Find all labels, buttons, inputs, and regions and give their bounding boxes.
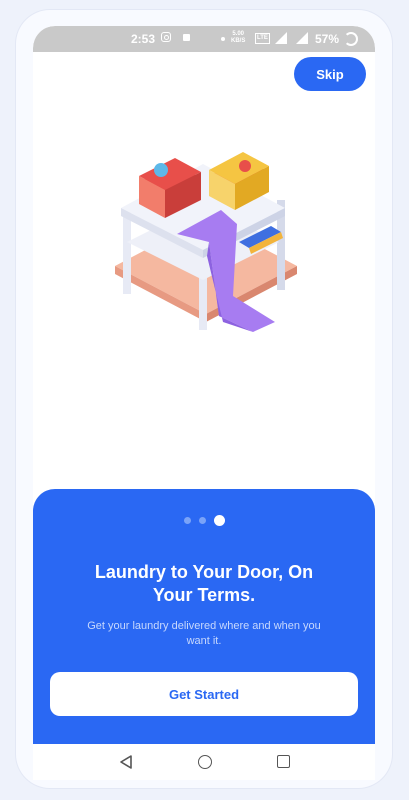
skip-button[interactable]: Skip xyxy=(294,57,366,91)
page-dot-active[interactable] xyxy=(213,515,225,526)
get-started-button[interactable]: Get Started xyxy=(50,672,358,716)
battery-percent: 57% xyxy=(315,32,340,46)
page-dot[interactable] xyxy=(198,517,206,524)
onboarding-subtitle: Get your laundry delivered where and whe… xyxy=(87,620,321,647)
page-indicator xyxy=(33,515,375,526)
network-speed: 5.00 KB/S xyxy=(231,31,246,44)
status-time: 2:53 xyxy=(131,32,156,46)
instagram-icon xyxy=(161,32,171,42)
laundry-illustration xyxy=(115,152,297,332)
signal-icon xyxy=(296,32,308,44)
onboarding-panel: Laundry to Your Door, On Your Terms. Get… xyxy=(33,489,375,744)
back-icon[interactable] xyxy=(119,755,133,769)
home-icon[interactable] xyxy=(198,755,212,769)
recents-icon[interactable] xyxy=(277,755,290,768)
page-dot[interactable] xyxy=(183,517,191,524)
lock-icon xyxy=(183,34,190,41)
onboarding-title: Laundry to Your Door, On Your Terms. xyxy=(94,562,314,605)
notification-dot-icon xyxy=(221,37,225,41)
signal-icon xyxy=(275,32,287,44)
status-bar: 2:53 5.00 KB/S LTE 57% xyxy=(33,26,375,52)
battery-icon xyxy=(344,32,358,46)
android-nav-bar xyxy=(33,744,375,780)
app-screen: 2:53 5.00 KB/S LTE 57% Skip Laundry to Y… xyxy=(33,26,375,780)
network-type: LTE xyxy=(255,33,270,44)
